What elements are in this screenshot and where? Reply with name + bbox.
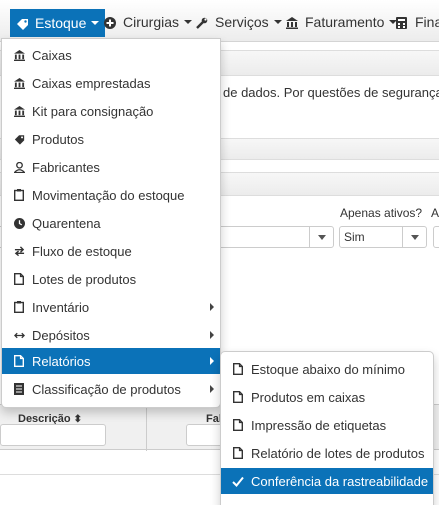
nav-servicos-label: Serviços (215, 14, 269, 30)
submenu-item-estoque-abaixo-minimo[interactable]: Estoque abaixo do mínimo (221, 356, 433, 382)
chevron-right-icon (210, 385, 214, 393)
notice-text: de dados. Por questões de segurança (223, 85, 439, 100)
relatorios-submenu: Estoque abaixo do mínimo Produtos em cai… (220, 351, 434, 505)
calculator-icon (396, 16, 410, 29)
nav-faturamento-label: Faturamento (305, 14, 385, 30)
estoque-menu: Caixas Caixas emprestadas Kit para consi… (1, 38, 221, 408)
file-icon (231, 390, 245, 404)
submenu-item-produtos-em-caixas[interactable]: Produtos em caixas (221, 384, 433, 410)
menu-item-fabricantes[interactable]: Fabricantes (2, 154, 220, 180)
menu-item-classificacao-produtos[interactable]: Classificação de produtos (2, 376, 220, 402)
bank-icon (286, 16, 300, 29)
menu-item-label: Inventário (32, 299, 90, 315)
top-navbar: Estoque Cirurgias Serviços Faturamento F… (0, 0, 439, 42)
file-icon (231, 362, 245, 376)
menu-item-label: Lotes de produtos (32, 271, 137, 287)
bank-icon (12, 104, 26, 118)
file-icon (231, 446, 245, 460)
filter-input-right[interactable] (433, 226, 439, 248)
nav-financeiro[interactable]: Fina (396, 9, 439, 35)
chevron-right-icon (210, 331, 214, 339)
menu-item-inventario[interactable]: Inventário (2, 294, 220, 320)
chevron-right-icon (210, 303, 214, 311)
menu-item-quarentena[interactable]: Quarentena (2, 210, 220, 236)
nav-estoque[interactable]: Estoque (10, 9, 106, 37)
chevron-down-icon (402, 227, 426, 247)
descricao-filter-input[interactable] (0, 424, 106, 446)
menu-item-caixas[interactable]: Caixas (2, 42, 220, 68)
menu-item-label: Classificação de produtos (32, 381, 181, 397)
menu-item-produtos[interactable]: Produtos (2, 126, 220, 152)
bank-icon (12, 48, 26, 62)
menu-item-kit-consignacao[interactable]: Kit para consignação (2, 98, 220, 124)
clipboard-icon (12, 188, 26, 202)
menu-item-caixas-emprestadas[interactable]: Caixas emprestadas (2, 70, 220, 96)
chevron-down-icon (273, 20, 282, 24)
tag-icon (12, 132, 26, 146)
nav-faturamento[interactable]: Faturamento (286, 9, 398, 35)
menu-item-movimentacao-estoque[interactable]: Movimentação do estoque (2, 182, 220, 208)
submenu-item-label: Conferência da rastreabilidade (251, 473, 429, 489)
submenu-item-conferencia-rastreabilidade[interactable]: Conferência da rastreabilidade (221, 468, 433, 494)
menu-item-label: Caixas (32, 47, 72, 63)
menu-item-label: Movimentação do estoque (32, 187, 185, 203)
submenu-item-impressao-etiquetas[interactable]: Impressão de etiquetas (221, 412, 433, 438)
arrows-icon (12, 328, 26, 342)
apenas-ativos-label: Apenas ativos? (340, 206, 423, 220)
chevron-down-icon (184, 20, 193, 24)
file-icon (12, 354, 26, 368)
nav-cirurgias-label: Cirurgias (123, 14, 180, 30)
submenu-item-label: Produtos em caixas (251, 389, 366, 405)
filter-label-fragment: A (431, 206, 439, 220)
menu-item-label: Relatórios (32, 353, 91, 369)
menu-item-label: Fabricantes (32, 159, 100, 175)
user-icon (12, 160, 26, 174)
chevron-down-icon (91, 21, 100, 25)
nav-estoque-label: Estoque (35, 15, 87, 31)
check-icon (231, 474, 245, 488)
menu-item-lotes-produtos[interactable]: Lotes de produtos (2, 266, 220, 292)
menu-item-label: Quarentena (32, 215, 101, 231)
menu-item-label: Depósitos (32, 327, 90, 343)
menu-item-relatorios[interactable]: Relatórios (2, 348, 220, 374)
submenu-item-label: Relatório de lotes de produtos (251, 445, 425, 461)
plus-circle-icon (104, 16, 118, 29)
column-divider (146, 405, 147, 451)
bank-icon (12, 76, 26, 90)
menu-item-depositos[interactable]: Depósitos (2, 322, 220, 348)
apenas-ativos-select[interactable]: Sim (339, 226, 427, 248)
tag-icon (16, 17, 30, 30)
transfer-icon (12, 244, 26, 258)
menu-item-label: Caixas emprestadas (32, 75, 151, 91)
submenu-item-label: Estoque abaixo do mínimo (251, 361, 405, 377)
menu-item-label: Kit para consignação (32, 103, 154, 119)
menu-item-fluxo-estoque[interactable]: Fluxo de estoque (2, 238, 220, 264)
list-icon (12, 382, 26, 396)
submenu-item-clipped[interactable] (221, 496, 433, 505)
nav-cirurgias[interactable]: Cirurgias (104, 9, 193, 35)
clipboard-icon (12, 300, 26, 314)
file-icon (231, 418, 245, 432)
chevron-down-icon (309, 227, 333, 247)
submenu-item-relatorio-lotes[interactable]: Relatório de lotes de produtos (221, 440, 433, 466)
nav-servicos[interactable]: Serviços (196, 9, 282, 35)
file-icon (12, 272, 26, 286)
chevron-right-icon (210, 357, 214, 365)
menu-item-label: Fluxo de estoque (32, 243, 132, 259)
apenas-ativos-value: Sim (344, 230, 365, 244)
wrench-icon (196, 16, 210, 29)
nav-financeiro-label: Fina (415, 14, 439, 30)
menu-item-label: Produtos (32, 131, 85, 147)
filter-select[interactable] (210, 226, 334, 248)
clock-icon (12, 216, 26, 230)
submenu-item-label: Impressão de etiquetas (251, 417, 387, 433)
